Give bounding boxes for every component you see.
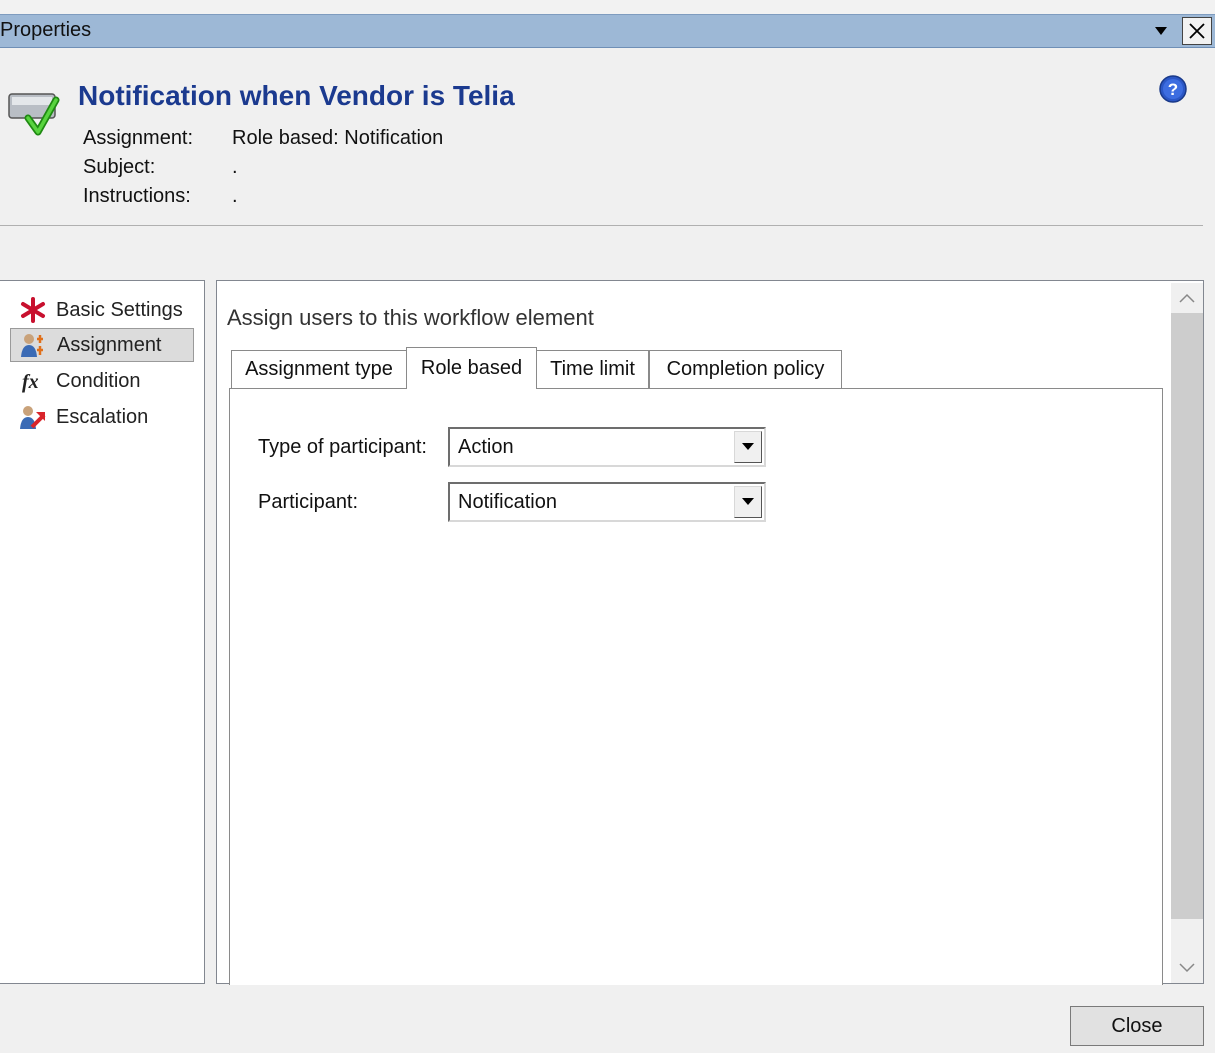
sidebar-item-assignment[interactable]: Assignment [10, 328, 194, 362]
title-bar: Properties [0, 14, 1215, 48]
sidebar-item-label: Condition [56, 369, 141, 392]
instructions-value: . [232, 185, 238, 207]
sidebar-nav: Basic Settings Assignment fx Condition E… [0, 280, 205, 984]
help-icon[interactable]: ? [1158, 74, 1188, 104]
sidebar-item-basic-settings[interactable]: Basic Settings [10, 293, 194, 327]
type-of-participant-value: Action [458, 436, 514, 458]
chevron-up-icon [1179, 293, 1195, 303]
user-escalation-icon [18, 403, 48, 431]
subject-label: Subject: [83, 156, 156, 178]
sidebar-item-condition[interactable]: fx Condition [10, 364, 194, 398]
users-assignment-icon [19, 331, 49, 359]
element-title: Notification when Vendor is Telia [78, 80, 515, 111]
chevron-down-icon [742, 443, 754, 450]
chevron-down-icon [1179, 963, 1195, 973]
content-heading: Assign users to this workflow element [227, 305, 594, 330]
svg-text:?: ? [1168, 80, 1178, 99]
sidebar-item-label: Assignment [57, 333, 162, 356]
vertical-scrollbar[interactable] [1171, 283, 1203, 983]
asterisk-icon [18, 296, 48, 324]
scroll-down-button[interactable] [1171, 953, 1203, 983]
chevron-down-icon [742, 498, 754, 505]
participant-label: Participant: [258, 491, 359, 513]
assignment-label: Assignment: [83, 127, 194, 149]
close-button[interactable]: Close [1070, 1006, 1204, 1046]
type-of-participant-select[interactable]: Action [448, 427, 766, 467]
dropdown-button[interactable] [734, 431, 762, 463]
window-menu-button[interactable] [1146, 17, 1176, 45]
participant-select[interactable]: Notification [448, 482, 766, 522]
sidebar-item-label: Basic Settings [56, 298, 183, 321]
svg-text:fx: fx [22, 371, 39, 393]
scroll-up-button[interactable] [1171, 283, 1203, 313]
tab-role-based[interactable]: Role based [406, 347, 537, 389]
top-strip [0, 0, 1215, 15]
instructions-label: Instructions: [83, 185, 191, 207]
tab-assignment-type[interactable]: Assignment type [231, 350, 407, 388]
scrollbar-thumb[interactable] [1171, 313, 1203, 919]
assignment-value: Role based: Notification [232, 127, 444, 149]
dropdown-arrow-icon [1155, 27, 1167, 35]
content-panel: Assign users to this workflow element As… [216, 280, 1204, 985]
participant-value: Notification [458, 491, 557, 513]
header-separator [0, 225, 1203, 226]
dropdown-button[interactable] [734, 486, 762, 518]
sidebar-item-label: Escalation [56, 405, 149, 428]
workflow-approval-icon [8, 93, 60, 136]
tab-completion-policy[interactable]: Completion policy [649, 350, 842, 388]
type-of-participant-label: Type of participant: [258, 436, 427, 458]
tab-time-limit[interactable]: Time limit [536, 350, 649, 388]
window-close-button[interactable] [1182, 17, 1212, 45]
tab-panel-role-based: Type of participant: Action Participant:… [229, 388, 1163, 985]
close-icon [1189, 23, 1205, 39]
window-title: Properties [0, 19, 92, 41]
function-fx-icon: fx [18, 367, 48, 395]
subject-value: . [232, 156, 238, 178]
sidebar-item-escalation[interactable]: Escalation [10, 400, 194, 434]
